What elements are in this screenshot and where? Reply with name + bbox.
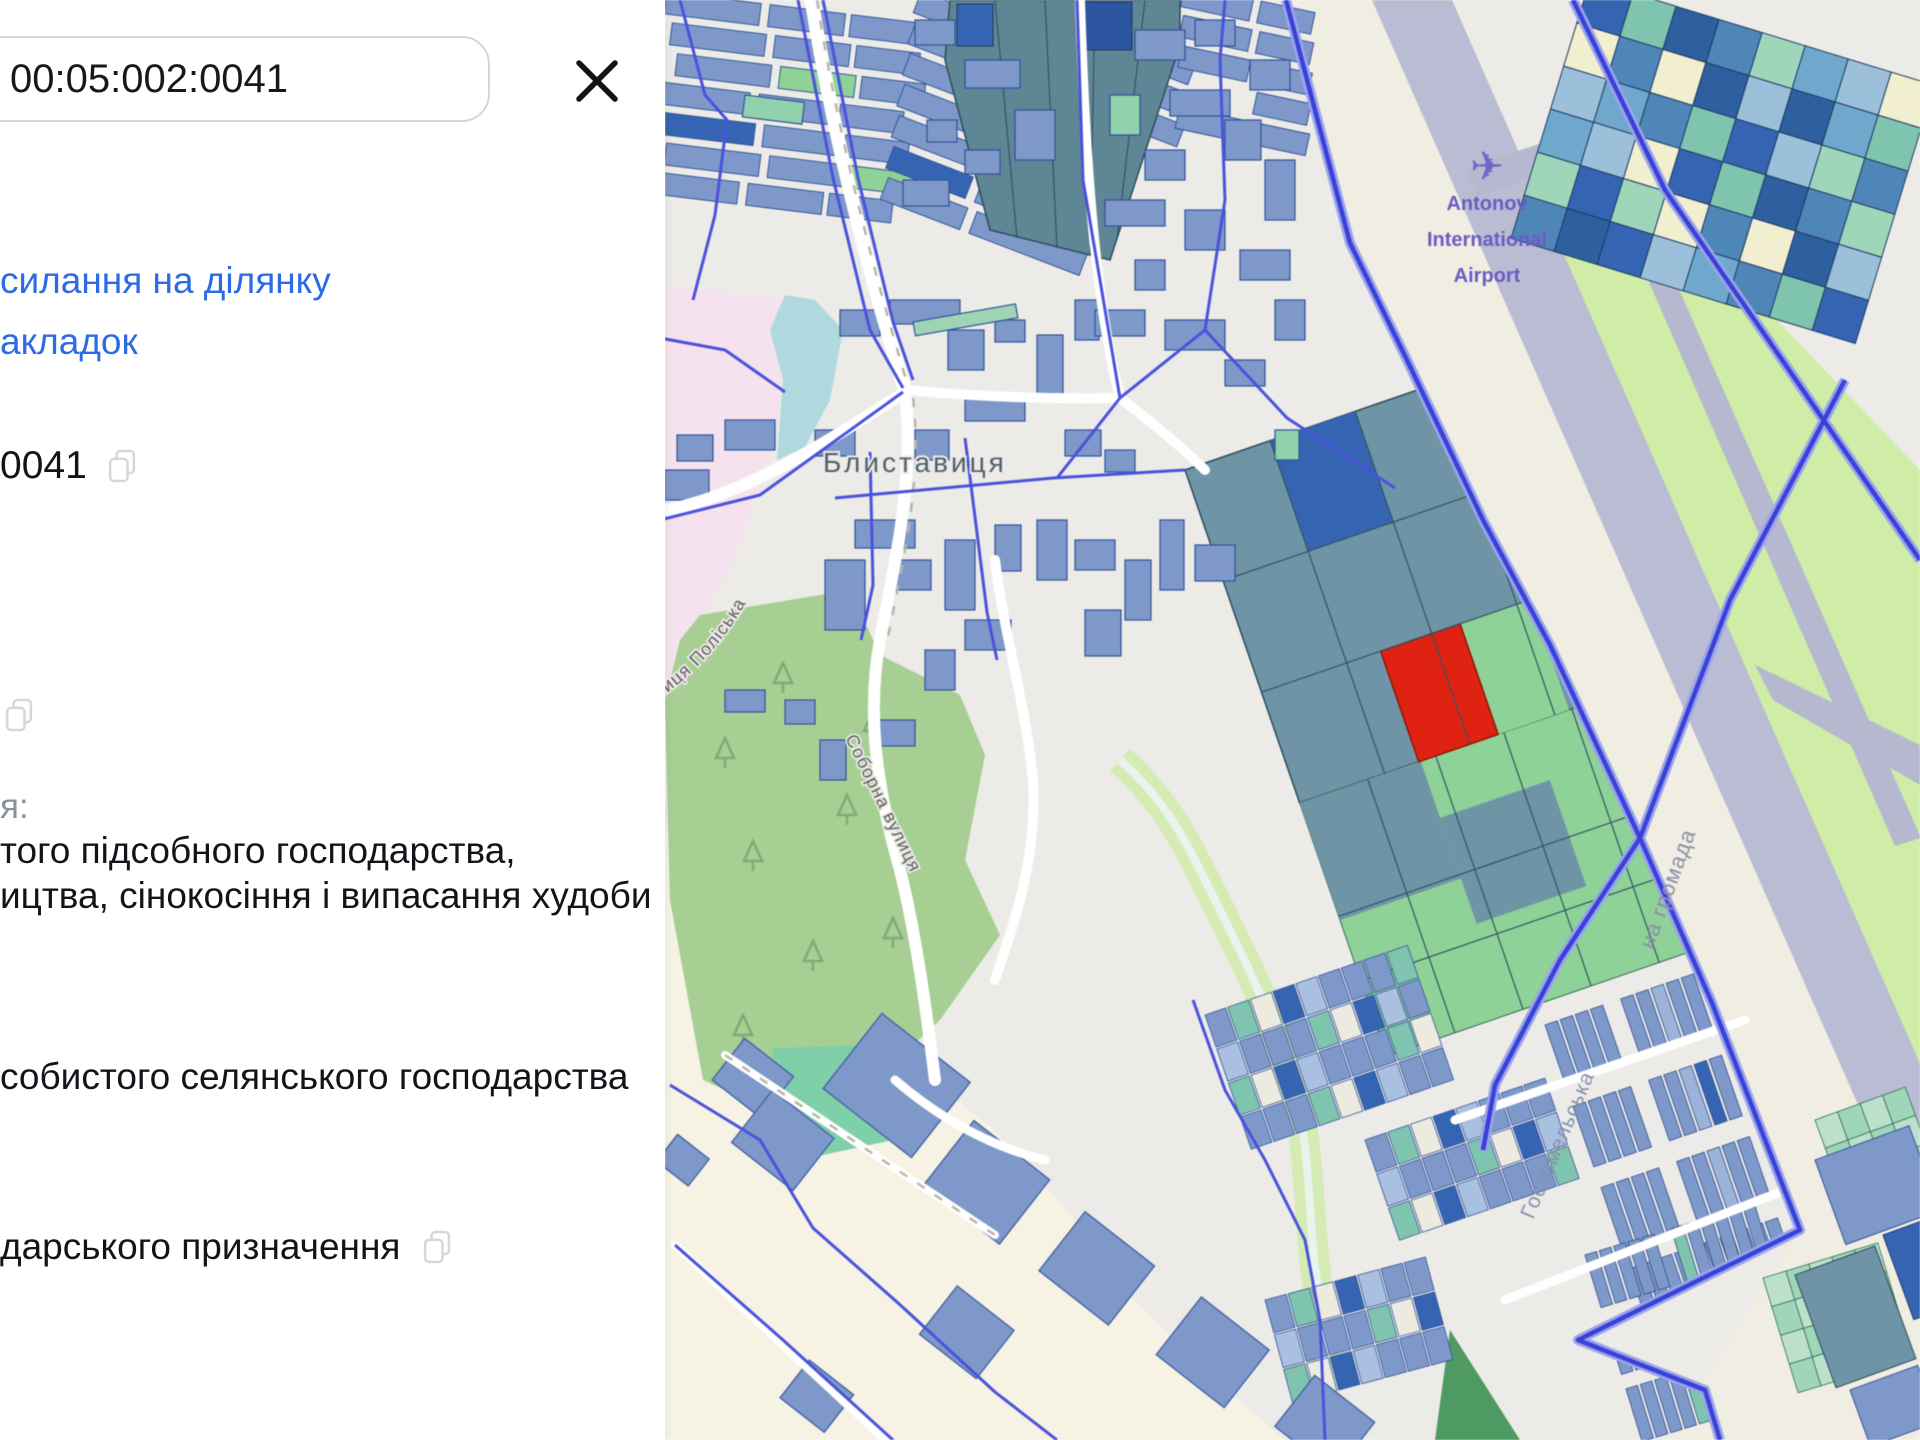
ownership-text: собистого селянського господарства [0,1056,628,1098]
search-input[interactable] [0,36,490,122]
parcel-number-row: 0041 [0,444,141,488]
copy-icon[interactable] [0,696,38,734]
intended-use-line1: того підсобного господарства, [0,830,516,872]
copy-row [0,696,38,739]
svg-text:Antonov: Antonov [1446,193,1528,215]
parcel-info-panel: силання на ділянку акладок 0041 я: того … [0,0,665,1440]
category-text: дарського призначення [0,1226,400,1268]
section-label: я: [0,787,29,827]
bookmarks-link[interactable]: акладок [0,321,138,363]
intended-use-line2: ицтва, сінокосіння і випасання худоби [0,875,652,917]
parcel-link[interactable]: силання на ділянку [0,260,331,302]
copy-icon[interactable] [103,447,141,485]
airplane-icon: ✈ [1470,145,1504,189]
svg-text:International: International [1427,229,1547,251]
close-icon [566,50,628,112]
category-row: дарського призначення [0,1226,456,1268]
parcel-number: 0041 [0,444,87,488]
cadastral-map[interactable]: Блиставиця ✈ Antonov International Airpo… [665,0,1920,1440]
svg-text:Airport: Airport [1454,265,1521,287]
close-button[interactable] [566,50,628,112]
town-label: Блиставиця [823,447,1007,478]
copy-icon[interactable] [418,1228,456,1266]
